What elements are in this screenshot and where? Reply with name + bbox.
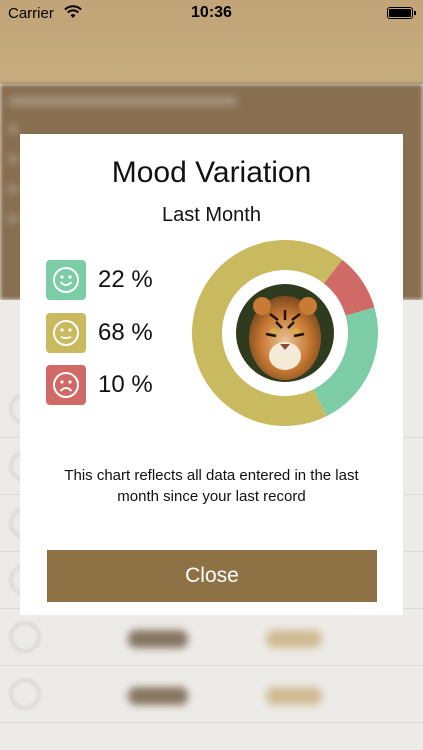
close-button[interactable]: Close	[47, 550, 377, 602]
mood-variation-dialog: Mood Variation Last Month 22 % 68 % 10 %…	[20, 134, 403, 615]
neutral-percentage: 68 %	[98, 319, 153, 346]
sad-face-icon	[46, 365, 86, 405]
mood-legend-happy: 22 %	[46, 260, 186, 300]
mood-donut-chart	[190, 238, 380, 428]
happy-face-icon	[46, 260, 86, 300]
mood-legend-neutral: 68 %	[46, 313, 186, 353]
donut-slice-sad	[323, 259, 375, 317]
neutral-face-icon	[46, 313, 86, 353]
sad-percentage: 10 %	[98, 371, 153, 398]
dialog-subtitle: Last Month	[162, 204, 261, 226]
happy-percentage: 22 %	[98, 266, 153, 293]
mood-legend-sad: 10 %	[46, 365, 186, 405]
tiger-avatar	[236, 284, 334, 382]
chart-description: This chart reflects all data entered in …	[64, 467, 359, 505]
dialog-title: Mood Variation	[111, 156, 312, 189]
